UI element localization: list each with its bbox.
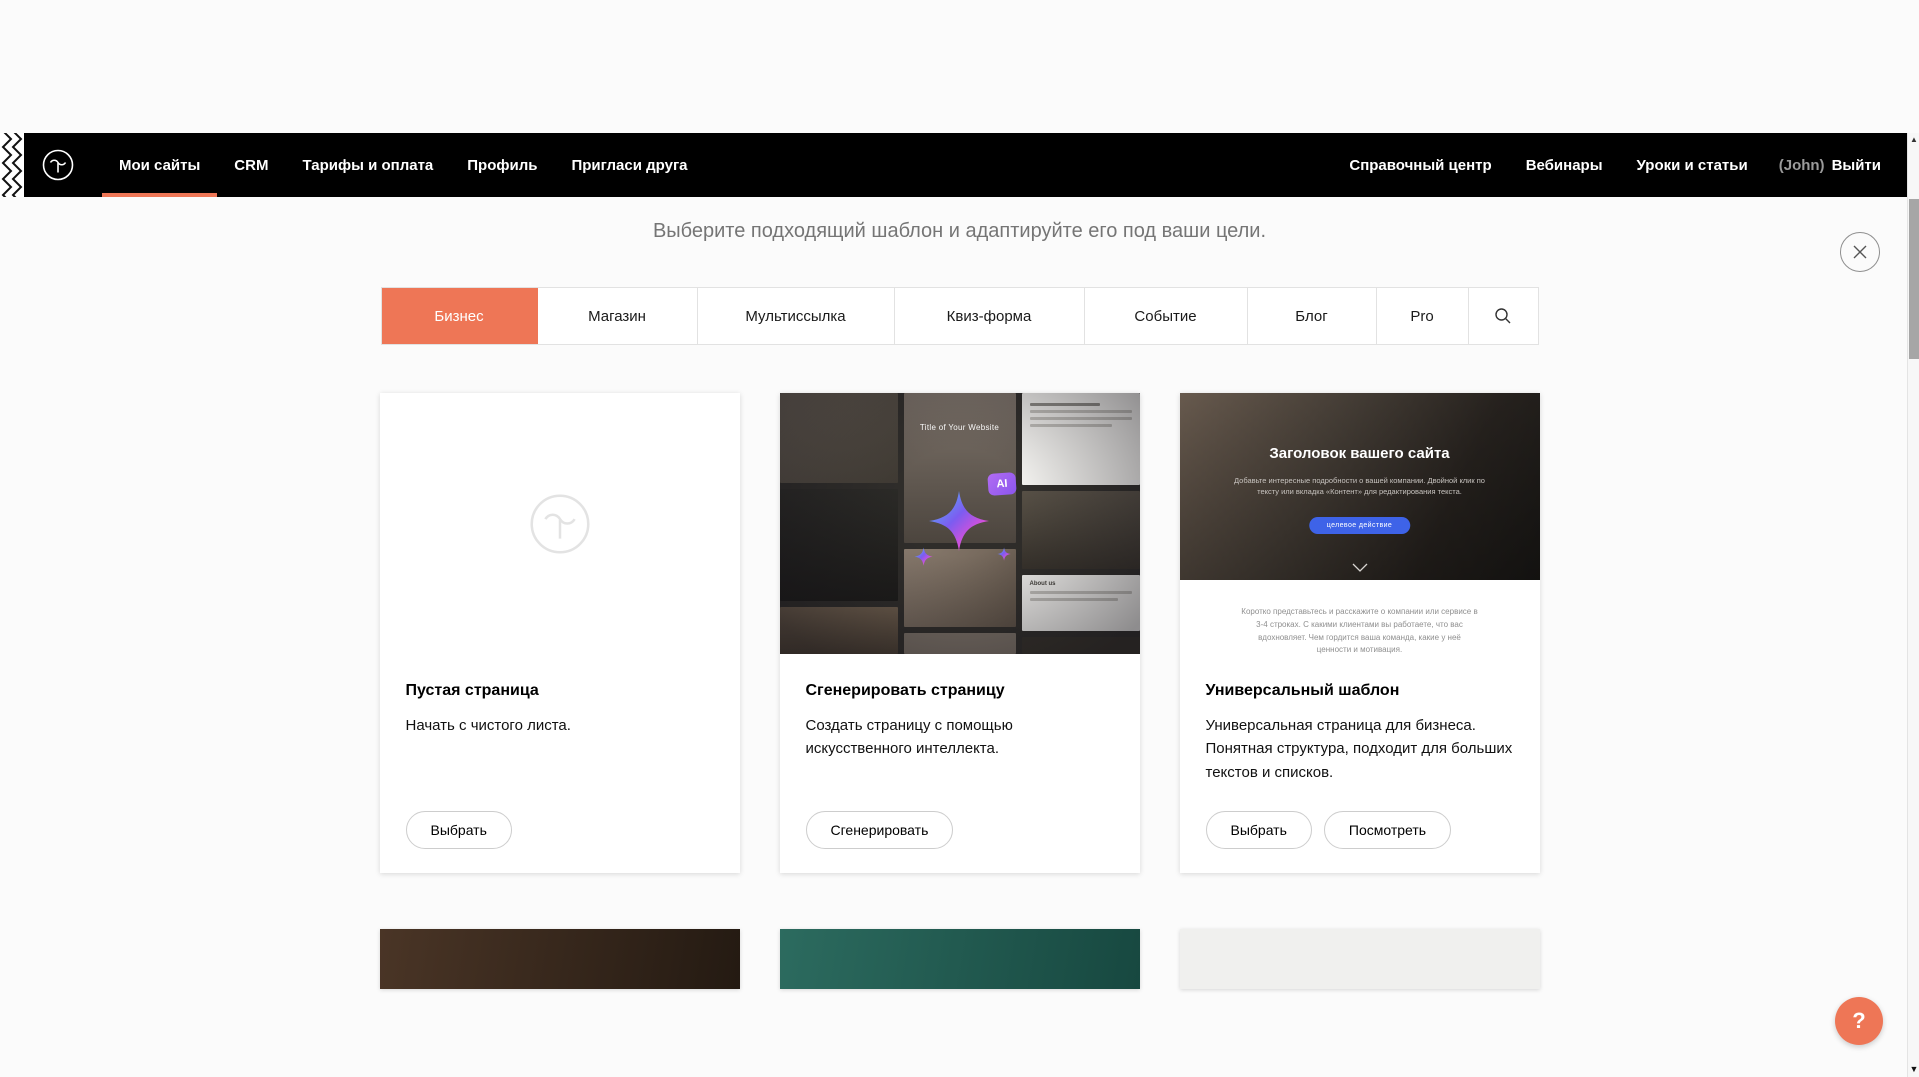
collage-tile — [780, 607, 898, 654]
partial-template-card[interactable] — [780, 929, 1140, 989]
card-title: Сгенерировать страницу — [806, 682, 1114, 700]
template-hero-subtitle: Добавьте интересные подробности о вашей … — [1230, 475, 1489, 498]
tab-shop[interactable]: Магазин — [538, 288, 698, 344]
card-generate-ai: About us Title of Your Website — [780, 393, 1140, 873]
collage-tile — [904, 633, 1016, 654]
tab-quiz-form[interactable]: Квиз-форма — [895, 288, 1085, 344]
template-hero: Заголовок вашего сайта Добавьте интересн… — [1180, 393, 1540, 580]
card-description: Начать с чистого листа. — [406, 714, 714, 737]
collage-tile — [780, 393, 898, 483]
navbar-right-menu: Справочный центр Вебинары Уроки и статьи… — [1332, 133, 1881, 197]
nav-item-tariffs[interactable]: Тарифы и оплата — [285, 133, 450, 197]
close-icon — [1852, 244, 1868, 260]
search-icon — [1494, 307, 1512, 325]
tab-pro[interactable]: Pro — [1377, 288, 1469, 344]
chevron-down-icon — [1352, 563, 1368, 572]
help-button[interactable]: ? — [1835, 997, 1883, 1045]
about-us-label: About us — [1030, 581, 1132, 587]
nav-item-lessons[interactable]: Уроки и статьи — [1620, 133, 1765, 197]
card-description: Универсальная страница для бизнеса. Поня… — [1206, 714, 1514, 784]
scroll-down-icon[interactable]: ▼ — [1908, 1065, 1919, 1074]
partial-template-card[interactable] — [380, 929, 740, 989]
ai-preview-collage[interactable]: About us Title of Your Website — [780, 393, 1140, 654]
card-description: Создать страницу с помощью искусственног… — [806, 714, 1114, 761]
user-block: (John) Выйти — [1765, 157, 1881, 174]
tab-blog[interactable]: Блог — [1248, 288, 1377, 344]
collage-site-title: Title of Your Website — [780, 423, 1140, 432]
new-page-dialog: Новая страница Выберите подходящий шабло… — [0, 133, 1919, 989]
template-cards-grid: Пустая страница Начать с чистого листа. … — [380, 393, 1540, 873]
nav-item-crm[interactable]: CRM — [217, 133, 285, 197]
close-button[interactable] — [1840, 232, 1880, 272]
page-scrollbar[interactable]: ▲ ▼ — [1907, 133, 1919, 1077]
nav-item-help-center[interactable]: Справочный центр — [1332, 133, 1508, 197]
tab-business[interactable]: Бизнес — [382, 288, 538, 344]
collage-tile — [780, 489, 898, 601]
question-icon: ? — [1852, 1008, 1865, 1034]
tab-event[interactable]: Событие — [1085, 288, 1248, 344]
blank-page-preview[interactable] — [380, 393, 740, 654]
universal-template-preview[interactable]: Заголовок вашего сайта Добавьте интересн… — [1180, 393, 1540, 654]
zigzag-decoration — [0, 133, 24, 197]
ai-badge: AI — [987, 472, 1016, 496]
tilda-logo[interactable] — [38, 145, 78, 185]
card-body: Сгенерировать страницу Создать страницу … — [780, 654, 1140, 873]
card-title: Пустая страница — [406, 682, 714, 700]
template-body-text: Коротко представьтесь и расскажите о ком… — [1241, 606, 1479, 654]
nav-item-profile[interactable]: Профиль — [450, 133, 554, 197]
template-cta-button: целевое действие — [1309, 517, 1410, 534]
top-navbar: Мои сайты CRM Тарифы и оплата Профиль Пр… — [24, 133, 1907, 197]
scrollbar-thumb[interactable] — [1909, 199, 1919, 359]
card-actions: Сгенерировать — [806, 811, 1114, 849]
collage-tile — [1022, 637, 1140, 654]
card-actions: Выбрать — [406, 811, 714, 849]
zigzag-pattern-icon — [0, 133, 24, 197]
template-category-tabs: Бизнес Магазин Мультиссылка Квиз-форма С… — [381, 287, 1539, 345]
tilda-logo-icon — [38, 145, 78, 185]
ai-sparkle-icon — [892, 469, 1042, 619]
nav-item-webinars[interactable]: Вебинары — [1509, 133, 1620, 197]
partial-template-card[interactable] — [1180, 929, 1540, 989]
tab-multilink[interactable]: Мультиссылка — [698, 288, 895, 344]
template-hero-title: Заголовок вашего сайта — [1180, 445, 1540, 462]
navbar-left-menu: Мои сайты CRM Тарифы и оплата Профиль Пр… — [102, 133, 705, 197]
select-universal-button[interactable]: Выбрать — [1206, 811, 1312, 849]
nav-item-my-sites[interactable]: Мои сайты — [102, 133, 217, 197]
card-body: Пустая страница Начать с чистого листа. … — [380, 654, 740, 873]
tab-search[interactable] — [1469, 288, 1538, 344]
logout-link[interactable]: Выйти — [1832, 157, 1881, 174]
card-body: Универсальный шаблон Универсальная стран… — [1180, 654, 1540, 873]
select-blank-button[interactable]: Выбрать — [406, 811, 512, 849]
tilda-watermark-icon — [521, 485, 599, 563]
card-actions: Выбрать Посмотреть — [1206, 811, 1514, 849]
view-universal-button[interactable]: Посмотреть — [1324, 811, 1451, 849]
card-title: Универсальный шаблон — [1206, 682, 1514, 700]
card-blank-page: Пустая страница Начать с чистого листа. … — [380, 393, 740, 873]
nav-item-invite-friend[interactable]: Пригласи друга — [554, 133, 704, 197]
card-universal-template: Заголовок вашего сайта Добавьте интересн… — [1180, 393, 1540, 873]
scroll-up-icon[interactable]: ▲ — [1908, 136, 1919, 144]
next-templates-row — [380, 929, 1540, 989]
user-name: (John) — [1779, 157, 1825, 174]
page-subtitle: Выберите подходящий шаблон и адаптируйте… — [0, 220, 1919, 243]
generate-button[interactable]: Сгенерировать — [806, 811, 954, 849]
